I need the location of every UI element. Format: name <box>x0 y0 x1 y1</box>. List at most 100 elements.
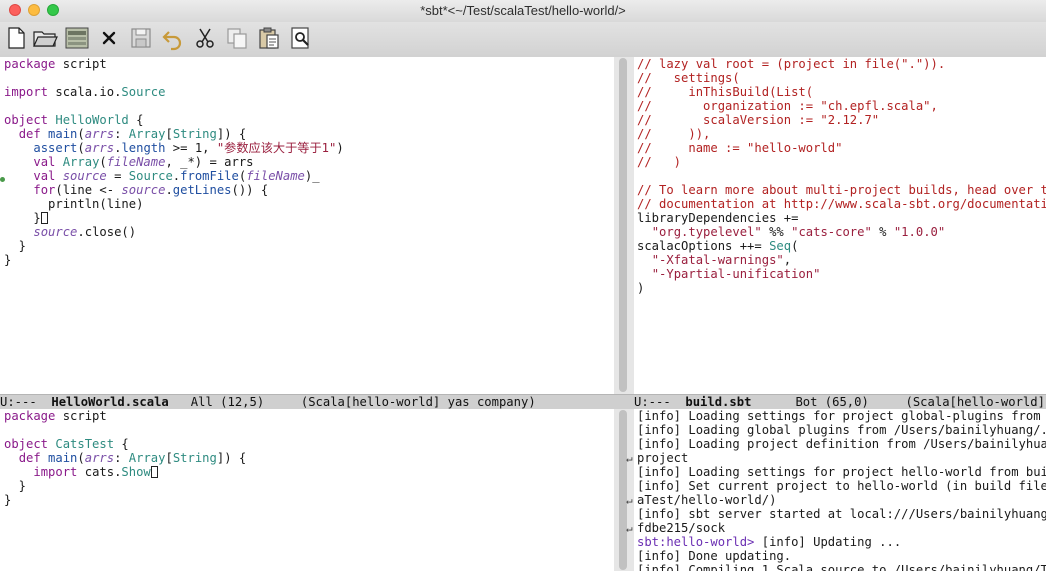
code-line: [info] Set current project to hello-worl… <box>637 479 1046 493</box>
code-token: "参数应该大于等于1" <box>216 141 337 155</box>
mode-line-status: U:--- <box>0 395 52 409</box>
code-line: source.close() <box>4 225 614 239</box>
code-line: // organization := "ch.epfl.scala", <box>637 99 1046 113</box>
code-token: sbt:hello-world> <box>637 535 762 549</box>
code-token: = <box>106 169 129 183</box>
code-token: [info] sbt server started at local:///Us… <box>637 507 1046 521</box>
code-token: Source <box>128 169 173 183</box>
code-token: (line <- <box>55 183 122 197</box>
code-token: "org.typelevel" <box>651 225 762 239</box>
dired-icon[interactable] <box>64 25 90 51</box>
code-line: val Array(fileName, _*) = arrs <box>4 155 614 169</box>
code-line: ) <box>637 281 1046 295</box>
code-token: project <box>637 451 689 465</box>
code-line: // name := "hello-world" <box>637 141 1046 155</box>
mode-line-buffer-name[interactable]: HelloWorld.scala <box>51 395 168 409</box>
code-token: val <box>33 169 56 183</box>
code-token: : <box>114 451 129 465</box>
code-token: Source <box>121 85 166 99</box>
code-token: source <box>33 225 78 239</box>
code-line: import cats.Show <box>4 465 614 479</box>
code-line: libraryDependencies += <box>637 211 1046 225</box>
code-token: )_ <box>304 169 320 183</box>
code-token: getLines <box>172 183 232 197</box>
code-line: } <box>4 479 614 493</box>
code-token: // lazy val root = (project in file(".")… <box>637 57 946 71</box>
code-token: } <box>4 253 12 267</box>
sbt-console-pane[interactable]: [info] Loading settings for project glob… <box>634 409 1046 571</box>
code-line: "-Xfatal-warnings", <box>637 253 1046 267</box>
code-token: import <box>33 465 78 479</box>
code-line: project <box>637 451 1046 465</box>
close-icon[interactable] <box>96 25 122 51</box>
editor-pane-catstest[interactable]: package script object CatsTest { def main… <box>0 409 614 571</box>
code-token: package <box>4 409 56 423</box>
editor-pane-build-sbt[interactable]: // lazy val root = (project in file(".")… <box>634 57 1046 394</box>
open-folder-icon[interactable] <box>32 25 58 51</box>
code-token: import <box>4 85 49 99</box>
code-token: length <box>121 141 166 155</box>
paste-icon[interactable] <box>256 25 282 51</box>
text-cursor <box>150 466 158 478</box>
code-line: [info] Loading global plugins from /User… <box>637 423 1046 437</box>
mode-line-buffer-name[interactable]: build.sbt <box>685 395 751 409</box>
code-line: def main(arrs: Array[String]) { <box>4 451 614 465</box>
code-token: scalacOptions ++= <box>637 239 770 253</box>
code-line: // )), <box>637 127 1046 141</box>
save-icon[interactable] <box>128 25 154 51</box>
code-token: arrs <box>84 127 115 141</box>
code-token: . <box>165 183 173 197</box>
undo-icon[interactable] <box>160 25 186 51</box>
editor-pane-helloworld[interactable]: package script import scala.io.Source obje… <box>0 57 614 394</box>
scrollbar-thumb-bottom[interactable] <box>619 410 627 570</box>
new-file-icon[interactable] <box>3 25 29 51</box>
code-token: } <box>4 239 27 253</box>
code-token: [info] Updating ... <box>761 535 902 549</box>
code-line: // documentation at http://www.scala-sbt… <box>637 197 1046 211</box>
code-token: for <box>33 183 56 197</box>
code-token: Seq <box>769 239 792 253</box>
code-line: sbt:hello-world> [info] Updating ... <box>637 535 1046 549</box>
code-token: ( <box>99 155 107 169</box>
code-line: } <box>4 239 614 253</box>
code-token: } <box>4 211 41 225</box>
code-token: // ) <box>637 155 682 169</box>
mode-line-helloworld: U:--- HelloWorld.scala All (12,5) (Scala… <box>0 394 634 409</box>
code-token: ) <box>637 281 645 295</box>
code-token: { <box>114 437 129 451</box>
code-token: fdbe215/sock <box>637 521 726 535</box>
copy-icon[interactable] <box>224 25 250 51</box>
scrollbar-thumb-top[interactable] <box>619 58 627 392</box>
code-token: source <box>121 183 166 197</box>
code-line: object CatsTest { <box>4 437 614 451</box>
code-line: // settings( <box>637 71 1046 85</box>
code-token: arrs <box>84 451 115 465</box>
emacs-window: *sbt*<~/Test/scalaTest/hello-world/> pac… <box>0 0 1046 571</box>
code-token: object <box>4 437 49 451</box>
code-token: [info] Loading settings for project hell… <box>637 465 1046 479</box>
code-token: ()) { <box>231 183 269 197</box>
code-token: "1.0.0" <box>893 225 946 239</box>
code-line: [info] Loading project definition from /… <box>637 437 1046 451</box>
code-token: ]) { <box>216 127 247 141</box>
cut-icon[interactable] <box>192 25 218 51</box>
code-token: val <box>33 155 56 169</box>
code-token: HelloWorld <box>55 113 129 127</box>
code-token: script <box>55 57 107 71</box>
code-token: "-Xfatal-warnings" <box>651 253 784 267</box>
search-icon[interactable] <box>288 25 314 51</box>
mode-line-info: Bot (65,0) (Scala[hello-world] yas <box>751 395 1046 409</box>
code-token: ]) { <box>216 451 247 465</box>
code-line: } <box>4 493 614 507</box>
continuation-arrow-icon: ↵ <box>626 494 633 507</box>
code-line: [info] Loading settings for project hell… <box>637 465 1046 479</box>
